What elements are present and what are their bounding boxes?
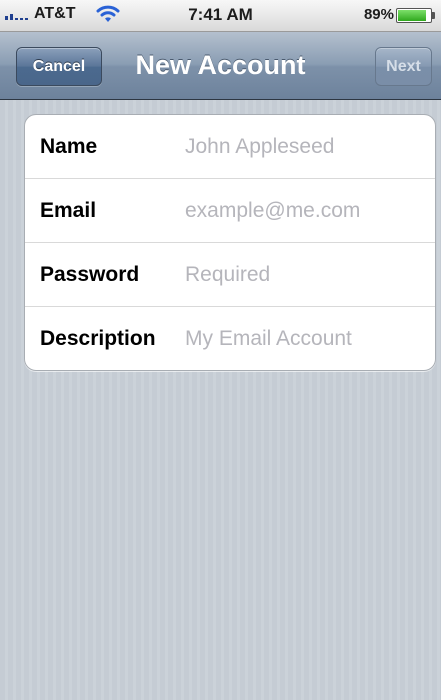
battery-percent: 89%: [363, 6, 394, 23]
status-bar: AT&T 7:41 AM 89%: [0, 0, 441, 32]
name-field[interactable]: [185, 126, 425, 167]
battery-icon: [396, 8, 435, 23]
next-button[interactable]: Next: [375, 47, 432, 86]
email-label: Email: [40, 198, 97, 222]
form-row-description[interactable]: Description: [25, 307, 435, 370]
form-row-password[interactable]: Password: [25, 243, 435, 307]
password-field[interactable]: [185, 254, 425, 295]
form-row-name[interactable]: Name: [25, 115, 435, 179]
password-label: Password: [40, 262, 140, 286]
email-field[interactable]: [185, 190, 425, 231]
description-field[interactable]: [185, 319, 425, 359]
battery-level-fill: [398, 10, 427, 21]
name-label: Name: [40, 134, 98, 158]
account-form: Name Email Password Description: [24, 114, 436, 371]
description-label: Description: [40, 327, 156, 350]
form-row-email[interactable]: Email: [25, 179, 435, 243]
navigation-bar: Cancel New Account Next: [0, 32, 441, 100]
